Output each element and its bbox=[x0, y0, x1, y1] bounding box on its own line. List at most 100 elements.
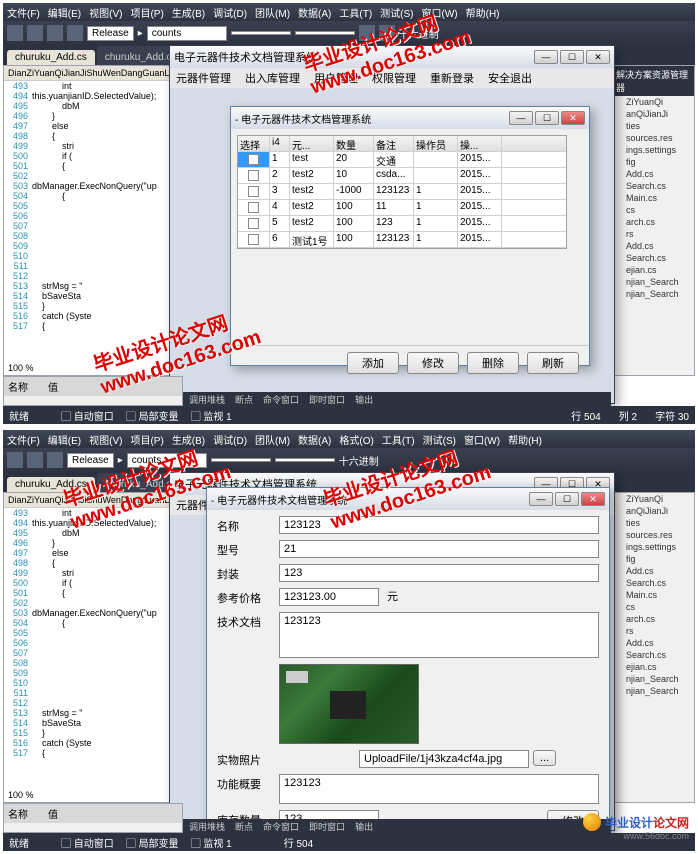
vs-main-menu[interactable]: 文件(F) 编辑(E) 视图(V) 项目(P) 生成(B) 调试(D) 团队(M… bbox=[3, 3, 695, 21]
code-editor[interactable]: DianZiYuanQiJianJiShuWenDangGuanLiXiTong… bbox=[3, 492, 183, 803]
empty-select-2[interactable] bbox=[295, 31, 355, 35]
maximize-button[interactable]: ☐ bbox=[560, 50, 584, 64]
menu-component[interactable]: 元器件管理 bbox=[176, 70, 231, 86]
dlg-min-button[interactable]: — bbox=[509, 111, 533, 125]
refresh-button[interactable]: 刷新 bbox=[527, 352, 579, 374]
step2-icon[interactable] bbox=[379, 25, 395, 41]
input-package[interactable]: 123 bbox=[279, 564, 599, 582]
app-titlebar[interactable]: 电子元器件技术文档管理系统 — ☐ ✕ bbox=[170, 46, 614, 68]
run-icon[interactable] bbox=[47, 452, 63, 468]
tab-command[interactable]: 命令窗口 bbox=[263, 393, 299, 406]
input-photo-path[interactable]: UploadFile/1j43kza4cf4a.jpg bbox=[359, 750, 529, 768]
locals-panel[interactable]: 名称值 bbox=[3, 376, 183, 406]
input-func[interactable]: 123123 bbox=[279, 774, 599, 804]
code-breadcrumb[interactable]: DianZiYuanQiJianJiShuWenDangGuanLiXiTong… bbox=[4, 66, 182, 81]
input-doc[interactable]: 123123 bbox=[279, 612, 599, 658]
dialog-titlebar[interactable]: - 电子元器件技术文档管理系统 —☐✕ bbox=[207, 488, 609, 510]
menu-team[interactable]: 团队(M) bbox=[255, 5, 290, 20]
target-select[interactable]: counts bbox=[127, 453, 207, 468]
input-model[interactable]: 21 bbox=[279, 540, 599, 558]
minimize-button[interactable]: — bbox=[534, 50, 558, 64]
solution-explorer[interactable]: 解决方案资源管理器 ZiYuanQianQiJianJitiessources.… bbox=[611, 65, 695, 376]
tab-output[interactable]: 输出 bbox=[355, 393, 373, 406]
empty-select-1[interactable] bbox=[231, 31, 291, 35]
browse-button[interactable]: ... bbox=[533, 750, 556, 766]
menu-inout[interactable]: 出入库管理 bbox=[245, 70, 300, 86]
table-row[interactable]: 2test210csda...2015... bbox=[238, 168, 566, 184]
menu-exit[interactable]: 安全退出 bbox=[488, 70, 532, 86]
menu-edit[interactable]: 编辑(E) bbox=[48, 5, 81, 20]
menu-file[interactable]: 文件(F) bbox=[7, 5, 40, 20]
tab-active[interactable]: churuku_Add.cs bbox=[7, 50, 95, 65]
table-row[interactable]: 3test2-100012312312015... bbox=[238, 184, 566, 200]
menu-perm[interactable]: 权限管理 bbox=[372, 70, 416, 86]
data-grid[interactable]: 选择 i4 元... 数量 备注 操作员 操... 1test20交通2015.… bbox=[237, 135, 567, 249]
delete-button[interactable]: 删除 bbox=[467, 352, 519, 374]
label-doc: 技术文档 bbox=[217, 612, 279, 630]
col-select[interactable]: 选择 bbox=[238, 136, 270, 151]
table-row[interactable]: 6测试1号10012312312015... bbox=[238, 232, 566, 248]
menu-relogin[interactable]: 重新登录 bbox=[430, 70, 474, 86]
tab-active[interactable]: churuku_Add.cs bbox=[7, 477, 95, 492]
config-select[interactable]: Release bbox=[87, 26, 134, 41]
code-editor[interactable]: DianZiYuanQiJianJiShuWenDangGuanLiXiTong… bbox=[3, 65, 183, 376]
dialog-titlebar[interactable]: - 电子元器件技术文档管理系统 — ☐ ✕ bbox=[231, 107, 589, 129]
dlg-close-button[interactable]: ✕ bbox=[561, 111, 585, 125]
hex-label[interactable]: 十六进制 bbox=[399, 26, 439, 41]
table-row[interactable]: 5test210012312015... bbox=[238, 216, 566, 232]
col-qty[interactable]: 数量 bbox=[334, 136, 374, 151]
dlg-max-button[interactable]: ☐ bbox=[535, 111, 559, 125]
menu-help[interactable]: 帮助(H) bbox=[466, 5, 500, 20]
menu-project[interactable]: 项目(P) bbox=[130, 5, 163, 20]
solution-explorer[interactable]: ZiYuanQianQiJianJitiessources.resings.se… bbox=[611, 492, 695, 803]
status-char: 字符 30 bbox=[655, 408, 689, 423]
menu-tools[interactable]: 工具(T) bbox=[339, 5, 372, 20]
new-icon[interactable] bbox=[7, 25, 23, 41]
col-note[interactable]: 备注 bbox=[374, 136, 414, 151]
table-row[interactable]: 4test21001112015... bbox=[238, 200, 566, 216]
tab-autos[interactable]: 自动窗口 bbox=[74, 412, 114, 423]
col-op[interactable]: 操作员 bbox=[414, 136, 458, 151]
dlg-min-button[interactable]: — bbox=[529, 492, 553, 506]
status-ready: 就绪 bbox=[9, 408, 29, 423]
locals-panel[interactable]: 名称值 bbox=[3, 803, 183, 833]
menu-test[interactable]: 测试(S) bbox=[380, 5, 413, 20]
col-comp[interactable]: 元... bbox=[290, 136, 334, 151]
save-icon[interactable] bbox=[47, 25, 63, 41]
menu-data[interactable]: 数据(A) bbox=[298, 5, 331, 20]
input-price[interactable]: 123123.00 bbox=[279, 588, 379, 606]
col-date[interactable]: 操... bbox=[458, 136, 502, 151]
step-icon[interactable] bbox=[359, 25, 375, 41]
tab-callstack[interactable]: 调用堆栈 bbox=[189, 393, 225, 406]
dlg-max-button[interactable]: ☐ bbox=[555, 492, 579, 506]
menu-user[interactable]: 用户管理 bbox=[314, 70, 358, 86]
close-button[interactable]: ✕ bbox=[586, 50, 610, 64]
tab-breakpoints[interactable]: 断点 bbox=[235, 393, 253, 406]
target-select[interactable]: counts bbox=[147, 26, 227, 41]
save-icon[interactable] bbox=[27, 452, 43, 468]
add-button[interactable]: 添加 bbox=[347, 352, 399, 374]
menu-view[interactable]: 视图(V) bbox=[89, 5, 122, 20]
run-icon[interactable] bbox=[67, 25, 83, 41]
input-name[interactable]: 123123 bbox=[279, 516, 599, 534]
open-icon[interactable] bbox=[27, 25, 43, 41]
menu-window[interactable]: 窗口(W) bbox=[422, 5, 458, 20]
zoom-level[interactable]: 100 % bbox=[8, 790, 34, 800]
menu-build[interactable]: 生成(B) bbox=[172, 5, 205, 20]
tab-immediate[interactable]: 即时窗口 bbox=[309, 393, 345, 406]
empty-select[interactable] bbox=[211, 458, 271, 462]
edit-button[interactable]: 修改 bbox=[407, 352, 459, 374]
vs-main-menu[interactable]: 文件(F)编辑(E)视图(V)项目(P)生成(B)调试(D)团队(M)数据(A)… bbox=[3, 430, 695, 448]
tab-watch[interactable]: 监视 1 bbox=[203, 412, 231, 423]
tab-locals[interactable]: 局部变量 bbox=[139, 412, 179, 423]
code-breadcrumb[interactable]: DianZiYuanQiJianJiShuWenDangGuanLiXiTong… bbox=[4, 493, 182, 508]
config-select[interactable]: Release bbox=[67, 453, 114, 468]
new-icon[interactable] bbox=[7, 452, 23, 468]
hex-label[interactable]: 十六进制 bbox=[339, 453, 379, 468]
dlg-close-button[interactable]: ✕ bbox=[581, 492, 605, 506]
menu-debug[interactable]: 调试(D) bbox=[213, 5, 247, 20]
col-id[interactable]: i4 bbox=[270, 136, 290, 151]
zoom-level[interactable]: 100 % bbox=[8, 363, 34, 373]
table-row[interactable]: 1test20交通2015... bbox=[238, 152, 566, 168]
empty-select[interactable] bbox=[275, 458, 335, 462]
